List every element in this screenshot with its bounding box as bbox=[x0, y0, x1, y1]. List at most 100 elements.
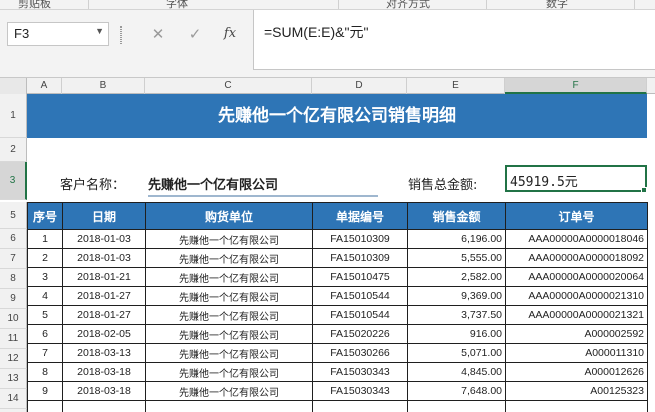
cell-amount[interactable]: 5,555.00 bbox=[407, 248, 506, 268]
header-date[interactable]: 日期 bbox=[62, 202, 146, 230]
cell-doc-number[interactable]: FA15010544 bbox=[312, 286, 408, 306]
cell-order-number[interactable]: AAA00000A0000021310 bbox=[505, 286, 648, 306]
close-icon[interactable]: ✕ bbox=[143, 22, 173, 46]
cell-index[interactable]: 2 bbox=[27, 248, 63, 268]
cell-doc-number[interactable]: FA15030343 bbox=[312, 381, 408, 401]
total-amount-label[interactable]: 销售总金额: bbox=[408, 174, 477, 193]
formula-input[interactable]: =SUM(E:E)&"元" bbox=[253, 10, 655, 70]
cell-index[interactable]: 3 bbox=[27, 267, 63, 287]
cell-date[interactable]: 2018-01-03 bbox=[62, 229, 146, 249]
row-header-6[interactable]: 6 bbox=[0, 229, 27, 249]
cell-buyer[interactable]: 先赚他一个亿有限公司 bbox=[145, 324, 313, 344]
header-buyer[interactable]: 购货单位 bbox=[145, 202, 313, 230]
customer-name[interactable]: 先赚他一个亿有限公司 bbox=[148, 174, 378, 197]
cell-order-number[interactable]: A000011310 bbox=[505, 343, 648, 363]
row-header-9[interactable]: 9 bbox=[0, 289, 27, 309]
cell-amount[interactable]: 916.00 bbox=[407, 324, 506, 344]
formula-bar-grip[interactable] bbox=[120, 26, 122, 44]
cell-date[interactable]: 2018-03-18 bbox=[62, 362, 146, 382]
cell-index[interactable] bbox=[27, 400, 63, 412]
cell-doc-number[interactable] bbox=[312, 400, 408, 412]
cell-doc-number[interactable]: FA15020226 bbox=[312, 324, 408, 344]
cell-amount[interactable]: 2,582.00 bbox=[407, 267, 506, 287]
column-header-c[interactable]: C bbox=[145, 78, 312, 94]
header-doc-number[interactable]: 单据编号 bbox=[312, 202, 408, 230]
row-header-10[interactable]: 10 bbox=[0, 309, 27, 329]
cell-index[interactable]: 7 bbox=[27, 343, 63, 363]
cell-date[interactable]: 2018-01-27 bbox=[62, 286, 146, 306]
cell-buyer[interactable]: 先赚他一个亿有限公司 bbox=[145, 362, 313, 382]
cell-order-number[interactable]: A00125323 bbox=[505, 381, 648, 401]
customer-label[interactable]: 客户名称： bbox=[60, 174, 125, 193]
column-header-a[interactable]: A bbox=[27, 78, 62, 94]
cell-doc-number[interactable]: FA15010309 bbox=[312, 248, 408, 268]
column-header-f[interactable]: F bbox=[505, 78, 647, 94]
cell-doc-number[interactable]: FA15030266 bbox=[312, 343, 408, 363]
cell-buyer[interactable]: 先赚他一个亿有限公司 bbox=[145, 343, 313, 363]
cell-amount[interactable] bbox=[407, 400, 506, 412]
cell-order-number[interactable]: AAA00000A0000018092 bbox=[505, 248, 648, 268]
cell-index[interactable]: 1 bbox=[27, 229, 63, 249]
header-index[interactable]: 序号 bbox=[27, 202, 63, 230]
cell-amount[interactable]: 5,071.00 bbox=[407, 343, 506, 363]
row-header-1[interactable]: 1 bbox=[0, 94, 27, 138]
row-header-7[interactable]: 7 bbox=[0, 249, 27, 269]
cell-date[interactable]: 2018-01-27 bbox=[62, 305, 146, 325]
column-header-d[interactable]: D bbox=[312, 78, 407, 94]
cell-date[interactable]: 2018-01-21 bbox=[62, 267, 146, 287]
header-amount[interactable]: 销售金额 bbox=[407, 202, 506, 230]
cell-buyer[interactable]: 先赚他一个亿有限公司 bbox=[145, 305, 313, 325]
cell-date[interactable]: 2018-03-13 bbox=[62, 343, 146, 363]
chevron-down-icon[interactable]: ▼ bbox=[95, 26, 104, 36]
row-header-14[interactable]: 14 bbox=[0, 389, 27, 409]
row-header-3[interactable]: 3 bbox=[0, 162, 27, 200]
cell-buyer[interactable] bbox=[145, 400, 313, 412]
row-header-13[interactable]: 13 bbox=[0, 369, 27, 389]
cell-date[interactable]: 2018-02-05 bbox=[62, 324, 146, 344]
cell-order-number[interactable] bbox=[505, 400, 648, 412]
cell-index[interactable]: 4 bbox=[27, 286, 63, 306]
cell-doc-number[interactable]: FA15010544 bbox=[312, 305, 408, 325]
cell-order-number[interactable]: AAA00000A0000020064 bbox=[505, 267, 648, 287]
column-header-b[interactable]: B bbox=[62, 78, 145, 94]
cell-buyer[interactable]: 先赚他一个亿有限公司 bbox=[145, 381, 313, 401]
cell-buyer[interactable]: 先赚他一个亿有限公司 bbox=[145, 267, 313, 287]
row-header-2[interactable]: 2 bbox=[0, 138, 27, 162]
cell-index[interactable]: 8 bbox=[27, 362, 63, 382]
cell-date[interactable]: 2018-01-03 bbox=[62, 248, 146, 268]
column-header-e[interactable]: E bbox=[407, 78, 505, 94]
row-header-11[interactable]: 11 bbox=[0, 329, 27, 349]
cell-doc-number[interactable]: FA15010475 bbox=[312, 267, 408, 287]
cell-amount[interactable]: 3,737.50 bbox=[407, 305, 506, 325]
cell-order-number[interactable]: AAA00000A0000021321 bbox=[505, 305, 648, 325]
insert-function-button[interactable]: fx bbox=[215, 22, 245, 46]
name-box[interactable]: F3 ▼ bbox=[7, 22, 109, 46]
check-icon[interactable]: ✓ bbox=[180, 22, 210, 46]
cell-date[interactable] bbox=[62, 400, 146, 412]
cell-index[interactable]: 6 bbox=[27, 324, 63, 344]
cell-amount[interactable]: 4,845.00 bbox=[407, 362, 506, 382]
cell-buyer[interactable]: 先赚他一个亿有限公司 bbox=[145, 248, 313, 268]
cell-order-number[interactable]: A000012626 bbox=[505, 362, 648, 382]
cell-order-number[interactable]: A000002592 bbox=[505, 324, 648, 344]
cell-amount[interactable]: 7,648.00 bbox=[407, 381, 506, 401]
cell-amount[interactable]: 6,196.00 bbox=[407, 229, 506, 249]
cell-order-number[interactable]: AAA00000A0000018046 bbox=[505, 229, 648, 249]
total-amount-cell[interactable]: 45919.5元 bbox=[505, 165, 647, 192]
select-all-corner[interactable] bbox=[0, 78, 27, 94]
cell-index[interactable]: 9 bbox=[27, 381, 63, 401]
cell-doc-number[interactable]: FA15010309 bbox=[312, 229, 408, 249]
row-header-12[interactable]: 12 bbox=[0, 349, 27, 369]
cell-buyer[interactable]: 先赚他一个亿有限公司 bbox=[145, 286, 313, 306]
header-order-number[interactable]: 订单号 bbox=[505, 202, 648, 230]
cell-doc-number[interactable]: FA15030343 bbox=[312, 362, 408, 382]
sheet-title[interactable]: 先赚他一个亿有限公司销售明细 bbox=[27, 94, 647, 138]
cell-index[interactable]: 5 bbox=[27, 305, 63, 325]
fill-handle[interactable] bbox=[641, 187, 647, 193]
worksheet-grid[interactable]: A B C D E F 1 2 3 5 6 7 8 9 10 11 12 13 … bbox=[0, 78, 655, 412]
cell-amount[interactable]: 9,369.00 bbox=[407, 286, 506, 306]
row-header-5[interactable]: 5 bbox=[0, 202, 27, 229]
cell-buyer[interactable]: 先赚他一个亿有限公司 bbox=[145, 229, 313, 249]
row-header-8[interactable]: 8 bbox=[0, 269, 27, 289]
cell-date[interactable]: 2018-03-18 bbox=[62, 381, 146, 401]
